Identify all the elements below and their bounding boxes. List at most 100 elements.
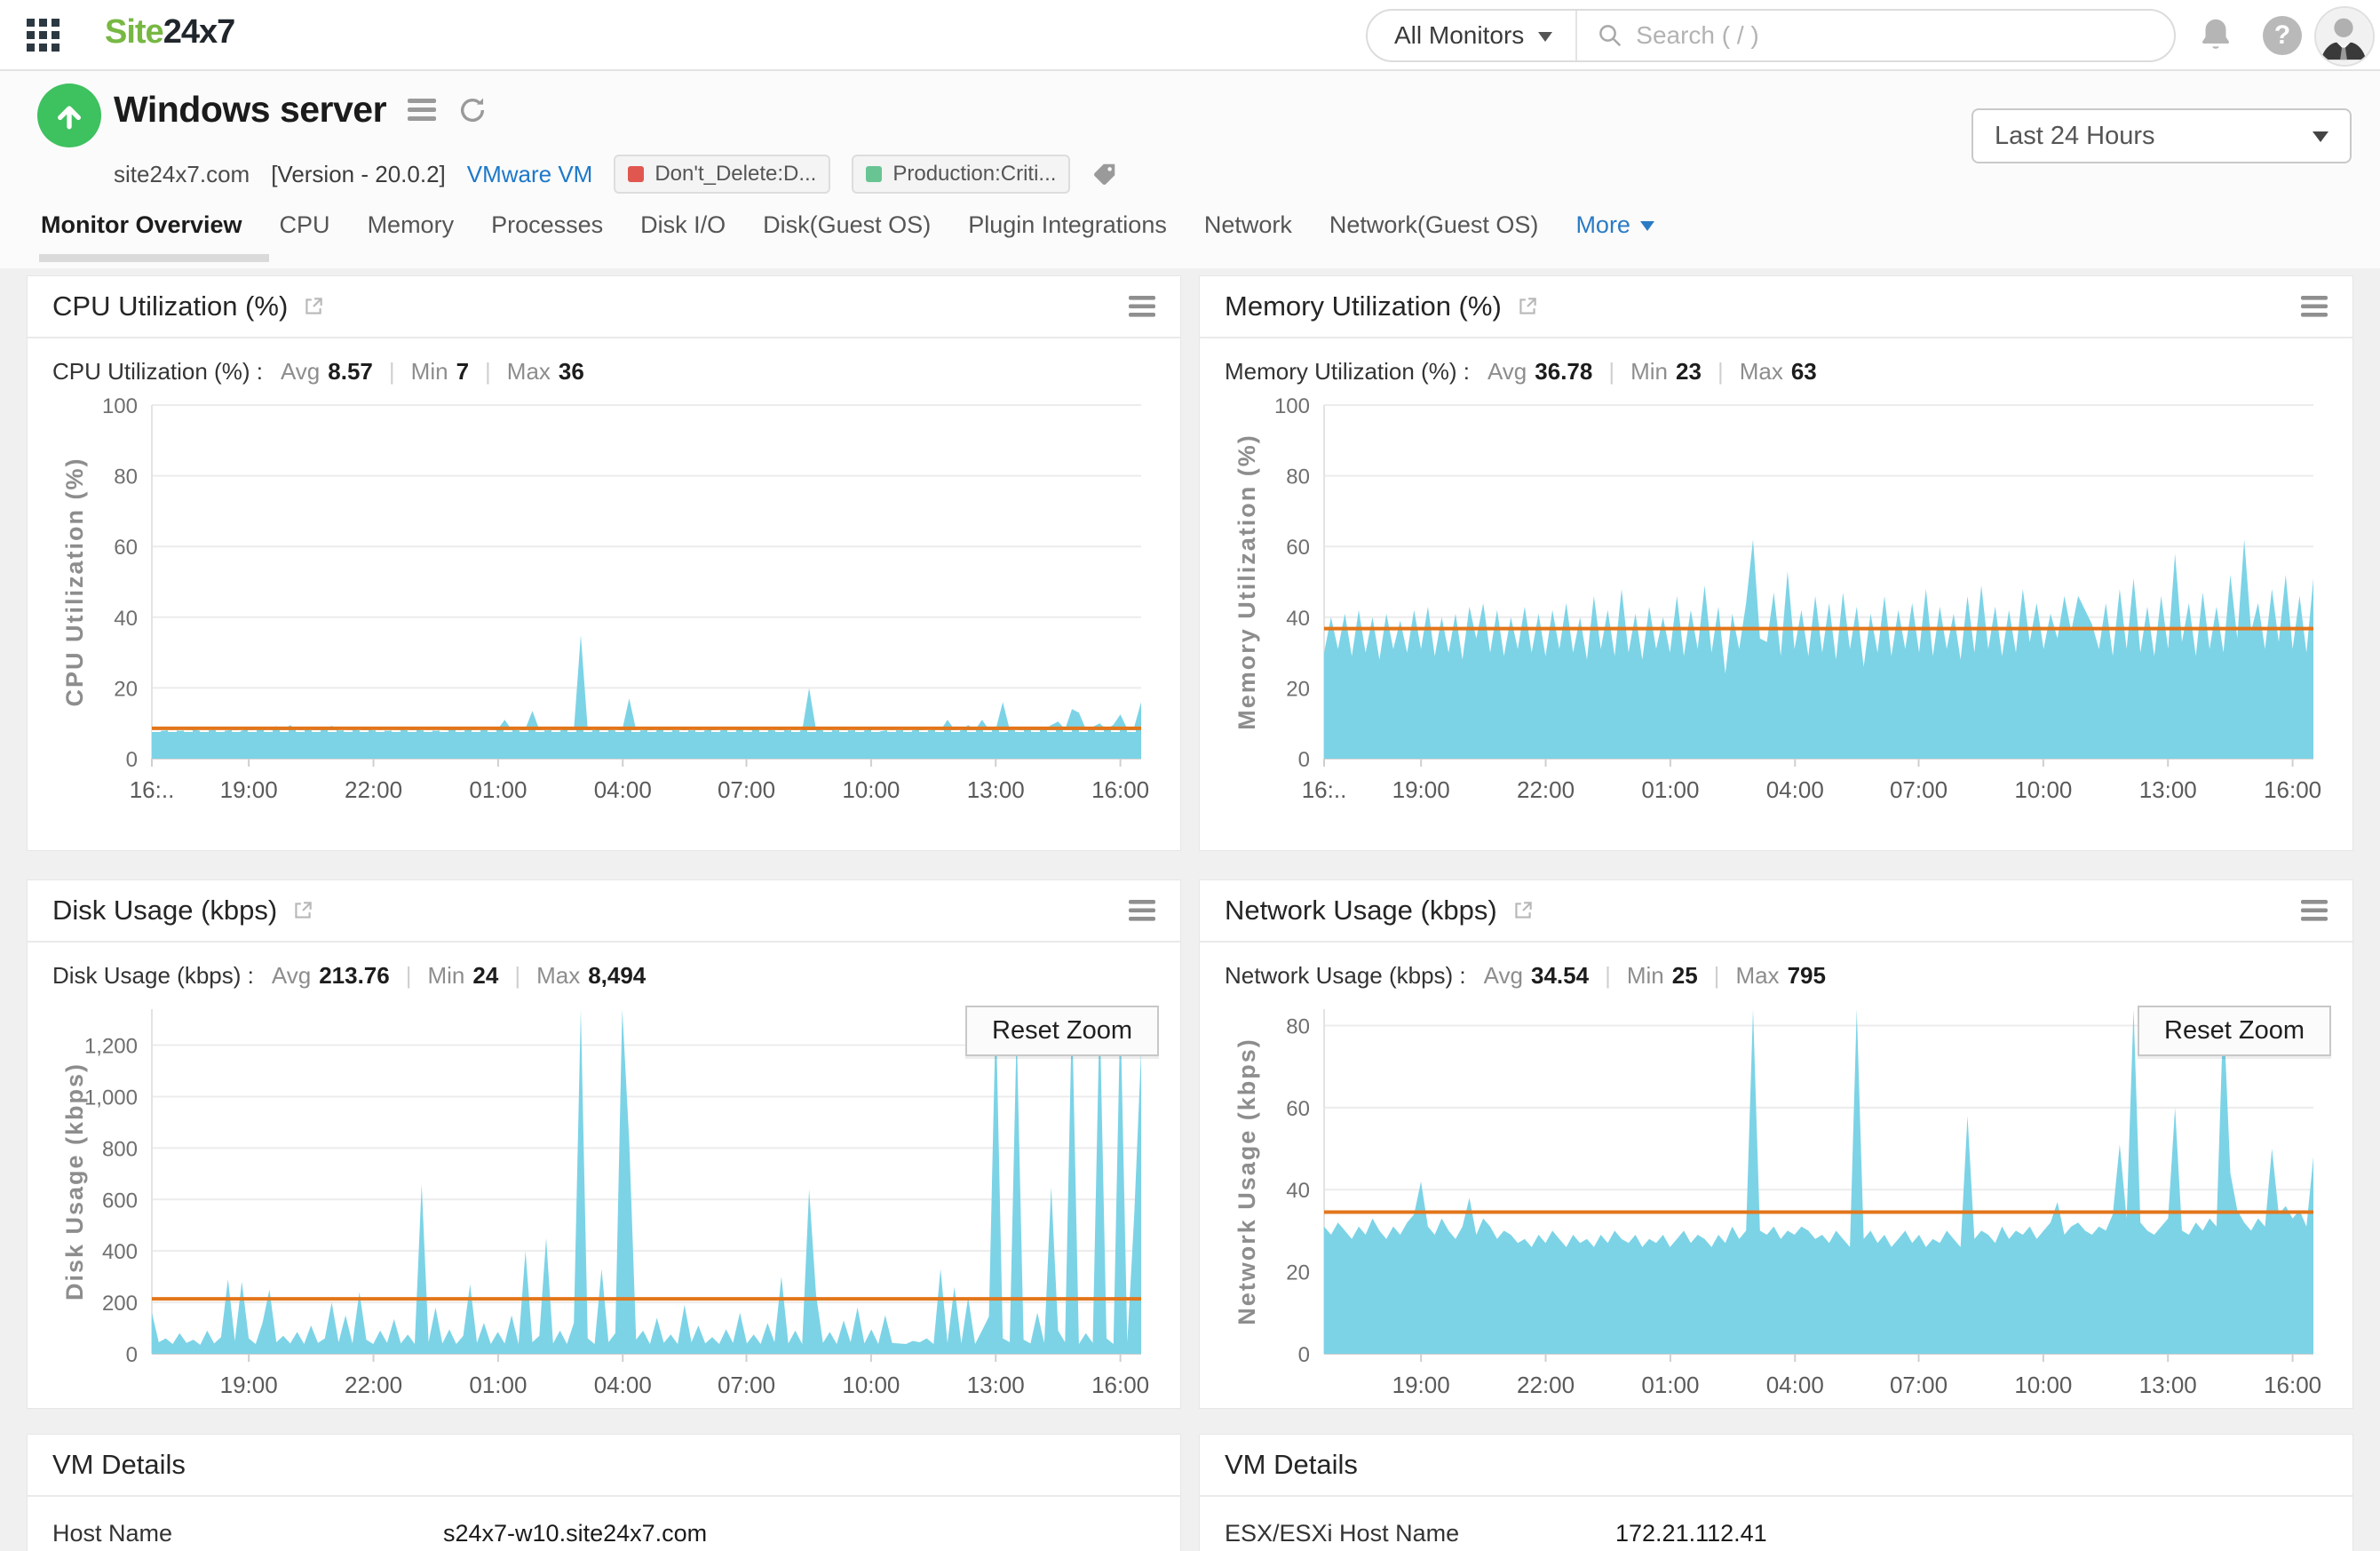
status-up-badge: [37, 84, 101, 147]
tag-label: Production:Criti...: [892, 162, 1057, 186]
svg-text:16:..: 16:..: [130, 776, 175, 803]
up-arrow-icon: [58, 106, 81, 130]
panel-title: CPU Utilization (%): [52, 290, 289, 322]
chevron-down-icon: [2313, 131, 2328, 150]
stat-label: CPU Utilization (%) :: [52, 358, 263, 385]
tag-icon[interactable]: [1091, 161, 1118, 187]
svg-text:04:00: 04:00: [594, 1372, 652, 1398]
memory-chart[interactable]: 0 20 40 60 80 100 16:.. 19:00 22:00 01:00 04:00 07:…: [1225, 393, 2326, 810]
vmware-vm-link[interactable]: VMware VM: [467, 161, 593, 188]
max-label: Max: [506, 358, 551, 385]
tag-color-swatch: [866, 166, 883, 182]
tab-more-label: More: [1575, 211, 1630, 238]
panel-stats: Network Usage (kbps) : Avg 34.54 Min 25 Ma…: [1200, 943, 2352, 993]
svg-text:16:00: 16:00: [2264, 1372, 2321, 1398]
tab-cpu[interactable]: CPU: [280, 211, 330, 262]
avg-label: Avg: [271, 962, 312, 989]
expand-icon[interactable]: [1511, 899, 1535, 922]
min-value: 25: [1671, 962, 1698, 989]
user-avatar[interactable]: [2314, 6, 2375, 67]
min-value: 23: [1676, 358, 1702, 385]
divider: [1718, 358, 1724, 386]
vm-detail-row: ESX/ESXi Host Name 172.21.112.41: [1200, 1497, 2352, 1551]
avatar-image: [2316, 8, 2371, 63]
cpu-chart[interactable]: 0 20 40 60 80 100 16:.. 19:00 22:00 01:00 04:00 07:…: [52, 393, 1154, 810]
help-glyph: ?: [2273, 20, 2291, 50]
tab-plugin-integrations[interactable]: Plugin Integrations: [968, 211, 1167, 262]
stat-label: Memory Utilization (%) :: [1225, 358, 1470, 385]
expand-icon[interactable]: [291, 899, 314, 922]
monitor-tabs: Monitor Overview CPU Memory Processes Di…: [39, 211, 1654, 262]
svg-text:04:00: 04:00: [594, 776, 652, 803]
help-icon[interactable]: ?: [2263, 16, 2302, 55]
panel-stats: CPU Utilization (%) : Avg 8.57 Min 7 Max 36: [28, 338, 1180, 389]
tab-processes[interactable]: Processes: [491, 211, 603, 262]
svg-text:10:00: 10:00: [842, 776, 900, 803]
svg-text:80: 80: [114, 465, 138, 489]
panel-menu-icon[interactable]: [1129, 296, 1155, 317]
search-icon: [1599, 25, 1622, 47]
time-range-label: Last 24 Hours: [1995, 121, 2155, 150]
svg-text:16:..: 16:..: [1302, 776, 1347, 803]
svg-text:40: 40: [114, 607, 138, 631]
tag-chip[interactable]: Don't_Delete:D...: [614, 155, 831, 194]
disk-chart[interactable]: 0 200 400 600 800 1,000 1,200 19:00 22:00 01:00 04…: [52, 997, 1154, 1405]
svg-text:16:00: 16:00: [1091, 1372, 1149, 1398]
global-search: All Monitors: [1366, 9, 2176, 62]
tag-chip[interactable]: Production:Criti...: [852, 155, 1071, 194]
reset-zoom-button[interactable]: Reset Zoom: [965, 1006, 1159, 1056]
expand-icon[interactable]: [302, 295, 325, 318]
min-label: Min: [1626, 962, 1664, 989]
search-input[interactable]: [1634, 20, 2174, 51]
tag-color-swatch: [628, 166, 645, 182]
svg-text:100: 100: [1274, 394, 1310, 418]
vm-detail-label: Host Name: [52, 1520, 173, 1547]
reset-zoom-button[interactable]: Reset Zoom: [2138, 1006, 2331, 1056]
tab-disk-io[interactable]: Disk I/O: [640, 211, 726, 262]
svg-text:80: 80: [1286, 465, 1310, 489]
svg-text:13:00: 13:00: [967, 1372, 1025, 1398]
monitor-version: [Version - 20.0.2]: [271, 160, 446, 187]
svg-text:16:00: 16:00: [2264, 776, 2321, 803]
time-range-dropdown[interactable]: Last 24 Hours: [1971, 108, 2352, 163]
vm-detail-value: 172.21.112.41: [1615, 1520, 1767, 1547]
panel-menu-icon[interactable]: [2301, 900, 2328, 921]
svg-text:10:00: 10:00: [842, 1372, 900, 1398]
svg-text:13:00: 13:00: [2139, 1372, 2197, 1398]
divider: [514, 962, 520, 990]
tab-disk-guest-os[interactable]: Disk(Guest OS): [763, 211, 931, 262]
svg-text:0: 0: [126, 1343, 138, 1367]
network-chart[interactable]: 0 20 40 60 80 19:00 22:00 01:00 04:00 07:00 10:00 1…: [1225, 997, 2326, 1405]
panel-title: VM Details: [1225, 1449, 1358, 1480]
svg-text:13:00: 13:00: [967, 776, 1025, 803]
page-title: Windows server: [114, 89, 387, 130]
svg-text:13:00: 13:00: [2139, 776, 2197, 803]
disk-chart-area: 0 200 400 600 800 1,000 1,200 19:00 22:00 01:00 04…: [28, 997, 1180, 1405]
panel-title: Disk Usage (kbps): [52, 895, 278, 926]
svg-text:20: 20: [114, 677, 138, 701]
tab-more[interactable]: More: [1575, 211, 1654, 262]
svg-text:01:00: 01:00: [469, 776, 527, 803]
notifications-bell-icon[interactable]: [2195, 14, 2236, 55]
tab-monitor-overview[interactable]: Monitor Overview: [39, 211, 269, 262]
divider: [406, 962, 412, 990]
svg-text:Network Usage (kbps): Network Usage (kbps): [1234, 1038, 1260, 1325]
site24x7-logo[interactable]: Site24x7: [105, 13, 235, 52]
svg-text:CPU Utilization (%): CPU Utilization (%): [61, 457, 88, 707]
max-value: 795: [1787, 962, 1826, 989]
expand-icon[interactable]: [1516, 295, 1539, 318]
max-value: 63: [1790, 358, 1817, 385]
monitor-menu-icon[interactable]: [408, 98, 437, 122]
panel-menu-icon[interactable]: [2301, 296, 2328, 317]
panel-menu-icon[interactable]: [1129, 900, 1155, 921]
monitor-host: site24x7.com: [114, 160, 250, 187]
app-grid-icon[interactable]: [27, 19, 60, 52]
divider: [389, 358, 395, 386]
monitor-scope-dropdown[interactable]: All Monitors: [1368, 11, 1578, 60]
svg-text:60: 60: [1286, 536, 1310, 560]
tab-network[interactable]: Network: [1204, 211, 1292, 262]
tab-network-guest-os[interactable]: Network(Guest OS): [1329, 211, 1539, 262]
tab-memory[interactable]: Memory: [368, 211, 455, 262]
refresh-icon[interactable]: [457, 95, 488, 125]
svg-text:22:00: 22:00: [1517, 1372, 1575, 1398]
